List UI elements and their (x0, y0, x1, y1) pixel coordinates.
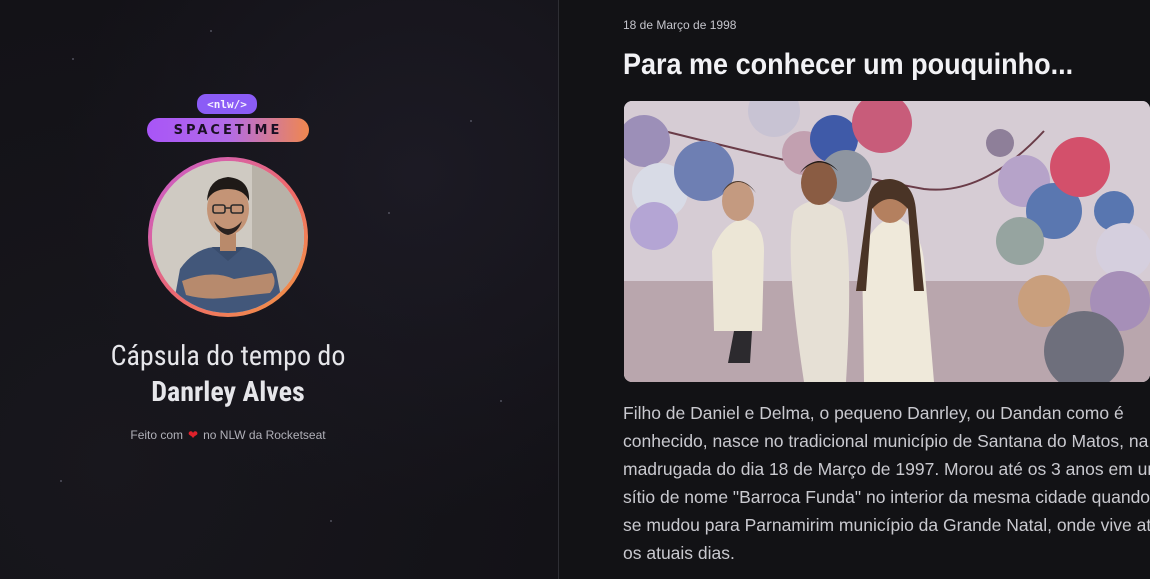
title-owner-name: Danrley Alves (151, 375, 305, 408)
footer-credit: Feito com ❤ no NLW da Rocketseat (0, 428, 456, 442)
credit-suffix: no NLW da Rocketseat (203, 428, 326, 442)
memory-description: Filho de Daniel e Delma, o pequeno Danrl… (623, 403, 1150, 563)
memory-title: Para me conhecer um pouquinho... (623, 48, 1074, 81)
family-photo-icon (624, 101, 1150, 382)
avatar-portrait-icon (152, 161, 304, 313)
memory-date: 18 de Março de 1998 (623, 18, 737, 32)
star (60, 480, 62, 482)
memory-panel: 18 de Março de 1998 Para me conhecer um … (560, 0, 1150, 579)
star (210, 30, 212, 32)
nlw-logo-tag: <nlw/> (197, 94, 257, 114)
avatar[interactable] (148, 157, 308, 317)
avatar-photo (152, 161, 304, 313)
star (470, 120, 472, 122)
memory-photo[interactable] (624, 101, 1150, 382)
page-title: Cápsula do tempo do Danrley Alves (0, 338, 456, 410)
title-line-1: Cápsula do tempo do (110, 339, 346, 372)
spacetime-logo: <nlw/> SPACETIME (147, 92, 309, 142)
star (72, 58, 74, 60)
star (330, 520, 332, 522)
star (500, 400, 502, 402)
spacetime-logo-text: SPACETIME (147, 118, 309, 142)
profile-panel: <nlw/> SPACETIME Cápsula do tempo do Dan… (0, 0, 559, 579)
star (388, 212, 390, 214)
heart-icon: ❤ (188, 428, 199, 442)
credit-prefix: Feito com (130, 428, 184, 442)
